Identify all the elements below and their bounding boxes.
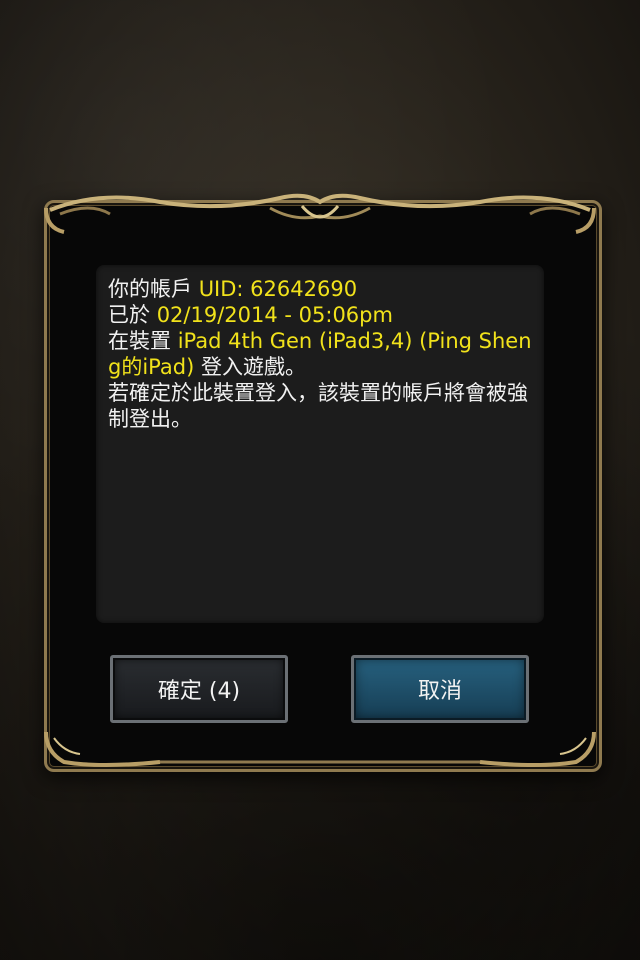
gold-ornament-top [44,193,596,234]
login-datetime: 02/19/2014 - 05:06pm [156,303,393,327]
dialog-message: 你的帳戶 UID: 62642690 已於 02/19/2014 - 05:06… [108,276,538,432]
account-uid: UID: 62642690 [198,277,358,301]
device-label: 在裝置 [108,329,178,353]
account-label: 你的帳戶 [108,277,199,301]
gold-ornament-bottom [44,731,596,767]
confirm-button[interactable]: 確定 (4) [110,655,288,723]
login-game-text: 登入遊戲。 [194,355,306,379]
force-logout-warning: 若確定於此裝置登入，該裝置的帳戶將會被強制登出。 [108,381,528,431]
login-time-label: 已於 [108,303,157,327]
cancel-button[interactable]: 取消 [351,655,529,723]
